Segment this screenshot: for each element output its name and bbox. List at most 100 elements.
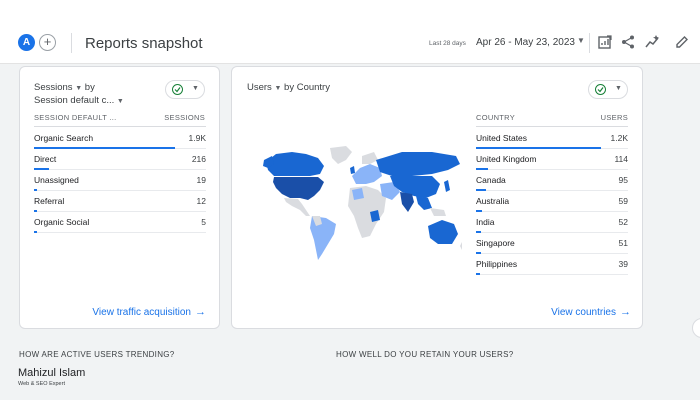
section-heading-retention: HOW WELL DO YOU RETAIN YOUR USERS? bbox=[336, 350, 514, 359]
link-label: View countries bbox=[551, 307, 616, 318]
row-share-bar bbox=[476, 273, 481, 275]
arrow-right-icon: → bbox=[195, 306, 206, 318]
row-label: Organic Search bbox=[34, 133, 94, 143]
map-russia[interactable] bbox=[376, 152, 460, 176]
section-heading-active-users: HOW ARE ACTIVE USERS TRENDING? bbox=[19, 350, 175, 359]
map-china[interactable] bbox=[390, 176, 440, 198]
table-row[interactable]: Organic Search 1.9K bbox=[34, 128, 206, 149]
map-southeast-asia[interactable] bbox=[416, 196, 432, 210]
row-label: India bbox=[476, 217, 495, 227]
dimension-selector[interactable]: Session default c... ▼ bbox=[34, 95, 124, 106]
row-label: Unassigned bbox=[34, 175, 79, 185]
map-australia[interactable] bbox=[428, 220, 458, 244]
map-canada[interactable] bbox=[266, 152, 324, 176]
customize-report-icon[interactable] bbox=[597, 34, 613, 50]
chevron-down-icon: ▼ bbox=[274, 85, 282, 92]
row-divider bbox=[34, 232, 206, 233]
map-scandinavia[interactable] bbox=[362, 152, 378, 164]
row-value: 1.9K bbox=[188, 133, 207, 143]
view-traffic-acquisition-link[interactable]: View traffic acquisition → bbox=[92, 306, 206, 318]
metric-selector[interactable]: Users ▼ by Country bbox=[247, 82, 330, 93]
row-value: 52 bbox=[618, 217, 628, 227]
sessions-card: Sessions ▼ by Session default c... ▼ ▼ S… bbox=[19, 66, 220, 329]
table-row[interactable]: Referral 12 bbox=[34, 191, 206, 212]
check-icon bbox=[595, 84, 606, 95]
row-value: 39 bbox=[618, 259, 628, 269]
row-label: Australia bbox=[476, 196, 510, 206]
row-label: United Kingdom bbox=[476, 154, 537, 164]
metric-selector[interactable]: Sessions ▼ by bbox=[34, 82, 95, 93]
map-south-america[interactable] bbox=[310, 216, 336, 260]
row-value: 19 bbox=[196, 175, 206, 185]
table-row[interactable]: United Kingdom 114 bbox=[476, 149, 628, 170]
share-icon[interactable] bbox=[620, 34, 636, 50]
chevron-down-icon: ▼ bbox=[615, 85, 622, 92]
column-header-dimension[interactable]: SESSION DEFAULT ... bbox=[34, 113, 117, 122]
row-label: Organic Social bbox=[34, 217, 90, 227]
watermark-name: Mahizul Islam bbox=[18, 367, 86, 379]
header-divider bbox=[34, 126, 206, 127]
map-indonesia[interactable] bbox=[430, 208, 446, 216]
top-bar: A + Reports snapshot Last 28 days Apr 26… bbox=[0, 0, 700, 64]
add-comparison-button[interactable]: + bbox=[39, 34, 56, 51]
row-value: 216 bbox=[191, 154, 206, 164]
map-new-zealand[interactable] bbox=[460, 242, 462, 250]
chevron-down-icon: ▼ bbox=[116, 98, 124, 105]
map-japan[interactable] bbox=[444, 180, 450, 192]
row-divider bbox=[476, 274, 628, 275]
map-greenland[interactable] bbox=[330, 146, 352, 164]
row-share-bar bbox=[34, 231, 37, 233]
table-row[interactable]: India 52 bbox=[476, 212, 628, 233]
world-map[interactable] bbox=[262, 146, 462, 262]
scroll-right-button[interactable] bbox=[692, 318, 700, 338]
watermark-subtitle: Web & SEO Expert bbox=[18, 381, 65, 387]
chevron-down-icon: ▼ bbox=[192, 85, 199, 92]
column-header-sessions[interactable]: SESSIONS bbox=[164, 113, 205, 122]
chevron-down-icon[interactable]: ▼ bbox=[577, 36, 585, 45]
row-label: Philippines bbox=[476, 259, 518, 269]
map-europe[interactable] bbox=[352, 164, 382, 184]
table-row[interactable]: Philippines 39 bbox=[476, 254, 628, 275]
table-row[interactable]: Singapore 51 bbox=[476, 233, 628, 254]
row-label: United States bbox=[476, 133, 528, 143]
metric-label: Users bbox=[247, 82, 272, 93]
insights-icon[interactable] bbox=[645, 34, 661, 50]
row-value: 51 bbox=[618, 238, 628, 248]
table-row[interactable]: Canada 95 bbox=[476, 170, 628, 191]
column-header-users[interactable]: USERS bbox=[601, 113, 628, 122]
row-label: Direct bbox=[34, 154, 57, 164]
link-label: View traffic acquisition bbox=[92, 307, 191, 318]
row-value: 1.2K bbox=[610, 133, 629, 143]
table-row[interactable]: Direct 216 bbox=[34, 149, 206, 170]
date-range-picker[interactable]: Apr 26 - May 23, 2023 bbox=[476, 37, 575, 48]
row-value: 5 bbox=[201, 217, 206, 227]
row-value: 95 bbox=[618, 175, 628, 185]
compare-status-pill[interactable]: ▼ bbox=[588, 80, 628, 99]
compare-status-pill[interactable]: ▼ bbox=[165, 80, 205, 99]
row-value: 114 bbox=[614, 154, 628, 164]
map-uk[interactable] bbox=[350, 166, 355, 174]
property-avatar[interactable]: A bbox=[18, 34, 35, 51]
map-india[interactable] bbox=[400, 192, 414, 212]
table-row[interactable]: Australia 59 bbox=[476, 191, 628, 212]
map-usa[interactable] bbox=[273, 177, 324, 200]
table-row[interactable]: Organic Social 5 bbox=[34, 212, 206, 233]
page-title: Reports snapshot bbox=[85, 35, 203, 52]
by-label: by bbox=[84, 82, 95, 93]
metric-label: Sessions bbox=[34, 82, 73, 93]
row-label: Singapore bbox=[476, 238, 515, 248]
map-region bbox=[352, 188, 364, 200]
table-row[interactable]: Unassigned 19 bbox=[34, 170, 206, 191]
date-range-label: Last 28 days bbox=[429, 40, 466, 47]
edit-icon[interactable] bbox=[674, 34, 690, 50]
row-value: 59 bbox=[618, 196, 628, 206]
column-header-country[interactable]: COUNTRY bbox=[476, 113, 515, 122]
check-icon bbox=[172, 84, 183, 95]
header-divider bbox=[476, 126, 628, 127]
table-row[interactable]: United States 1.2K bbox=[476, 128, 628, 149]
arrow-right-icon: → bbox=[620, 306, 631, 318]
by-label: by Country bbox=[284, 82, 330, 93]
map-mexico[interactable] bbox=[284, 198, 310, 216]
view-countries-link[interactable]: View countries → bbox=[551, 306, 631, 318]
divider bbox=[71, 33, 72, 53]
